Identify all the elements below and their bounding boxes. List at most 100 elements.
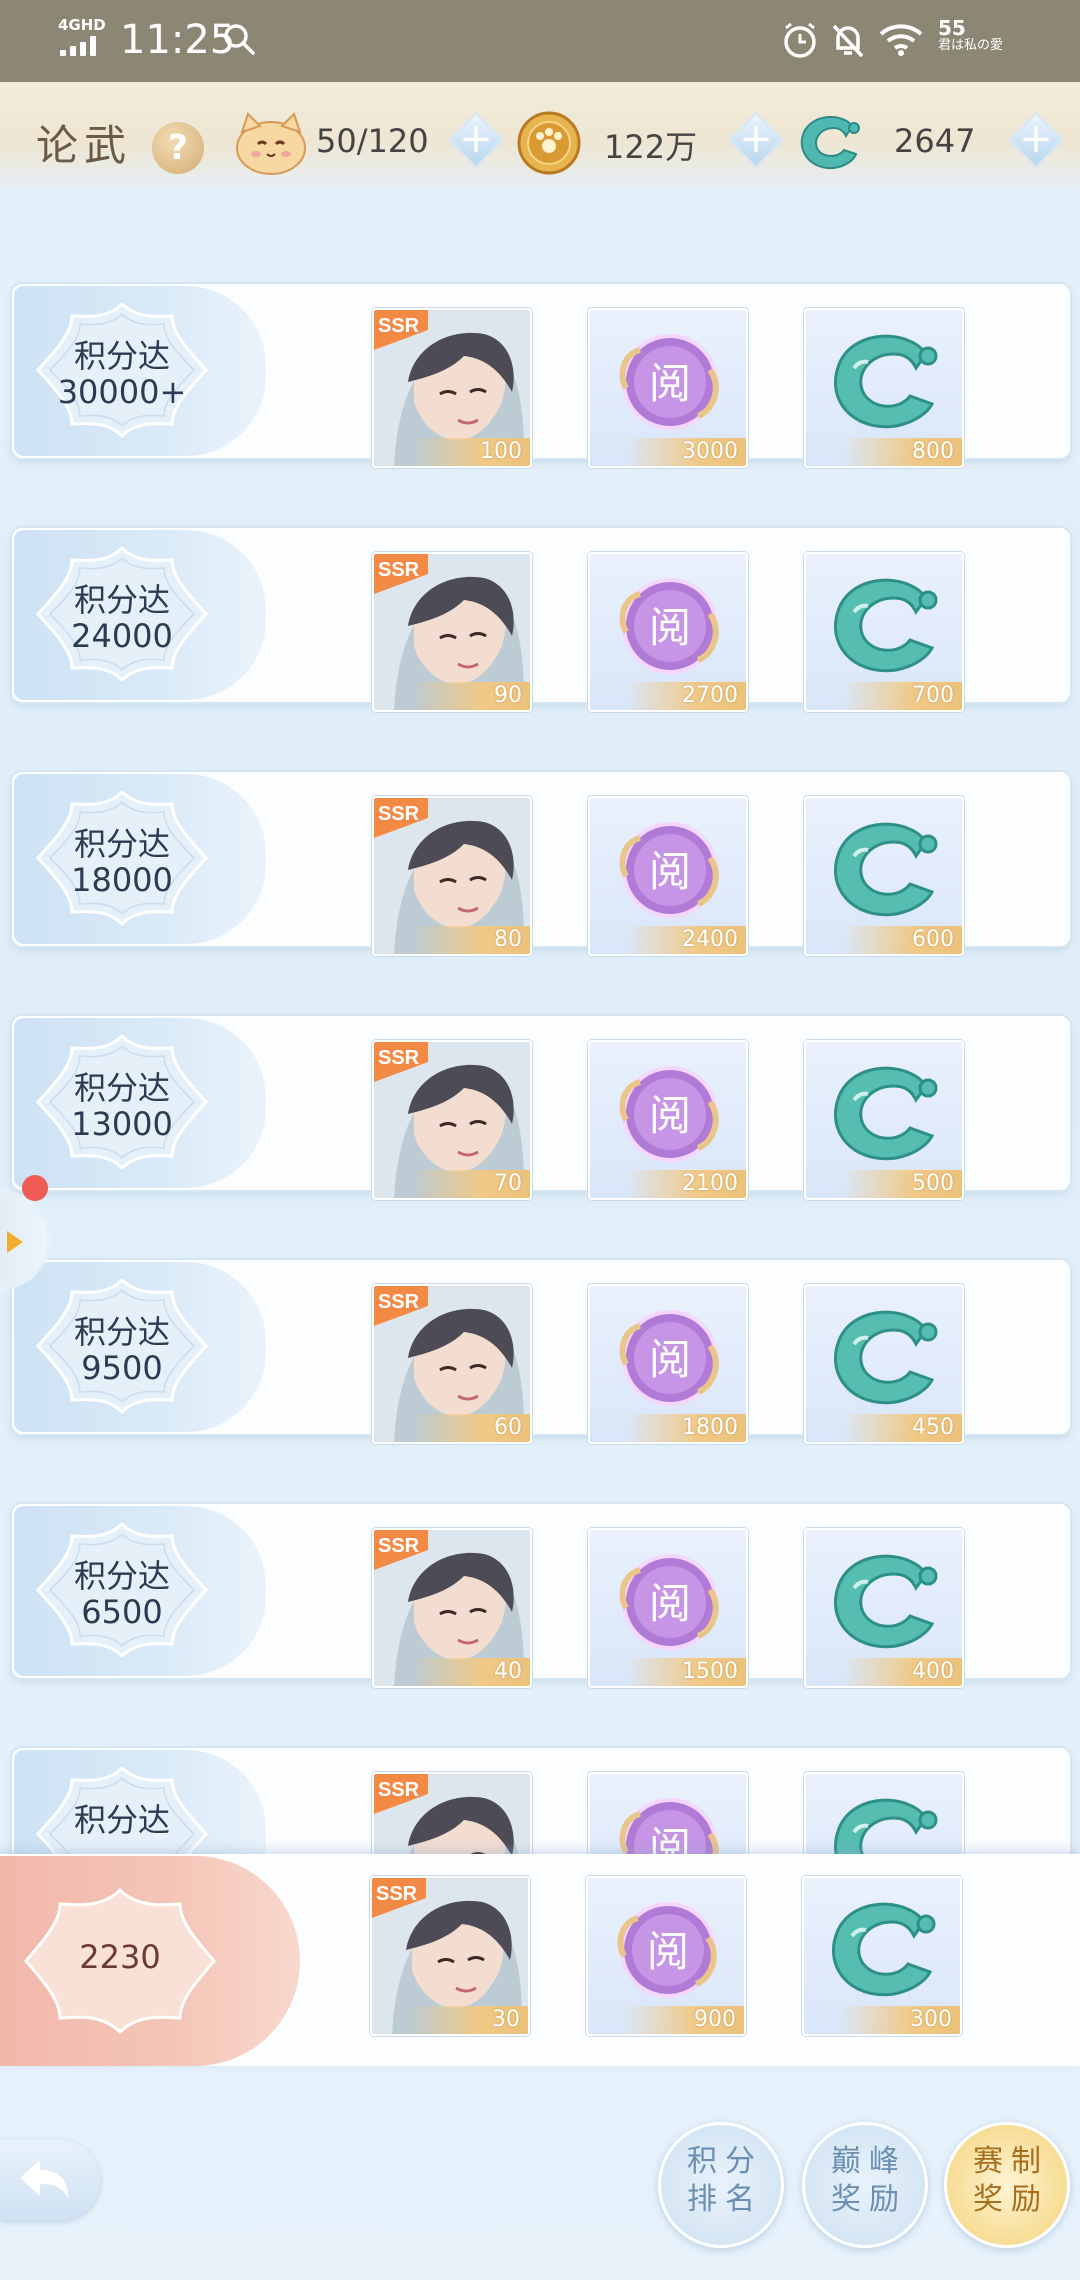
help-button[interactable]: ? bbox=[152, 122, 204, 174]
page-title: 论武 bbox=[36, 121, 133, 170]
jade-token-item[interactable]: 700 bbox=[804, 552, 964, 712]
coin-icon bbox=[517, 111, 581, 175]
item-count: 1500 bbox=[626, 1658, 746, 1686]
threshold-badge: 积分达 30000+ bbox=[14, 286, 266, 456]
reward-row: 积分达 24000 SSR 90 阅 2700 700 bbox=[12, 528, 1070, 712]
add-jade-button[interactable]: + bbox=[1006, 110, 1066, 170]
threshold-label: 积分达 bbox=[73, 581, 170, 619]
item-count: 450 bbox=[842, 1414, 962, 1442]
ssr-badge: SSR bbox=[378, 559, 420, 581]
notification-dot bbox=[22, 1175, 48, 1201]
item-count: 3000 bbox=[626, 438, 746, 466]
ssr-portrait-item[interactable]: SSR 40 bbox=[372, 1528, 532, 1688]
threshold-label: 积分达 bbox=[73, 1069, 170, 1107]
item-count: 2100 bbox=[626, 1170, 746, 1198]
item-count: 700 bbox=[842, 682, 962, 710]
reward-row: 积分达 6500 SSR 40 阅 1500 400 bbox=[12, 1504, 1070, 1688]
signal-icon bbox=[60, 36, 106, 56]
item-count: 300 bbox=[840, 2006, 960, 2034]
jade-token-item[interactable]: 500 bbox=[804, 1040, 964, 1200]
status-bar: 4GHD 11:25 55 君は私の愛 bbox=[0, 0, 1080, 82]
back-arrow-icon bbox=[20, 2160, 68, 2198]
ssr-portrait-item[interactable]: SSR 60 bbox=[372, 1284, 532, 1444]
jade-token-item[interactable]: 450 bbox=[804, 1284, 964, 1444]
ssr-badge: SSR bbox=[378, 1779, 420, 1801]
reward-row: 积分达 13000 SSR 70 阅 2100 500 bbox=[12, 1016, 1070, 1200]
jade-token-item[interactable]: 800 bbox=[804, 308, 964, 468]
threshold-text: 积分达 30000+ bbox=[34, 338, 210, 410]
chevron-right-icon bbox=[7, 1231, 23, 1253]
yue-token-item[interactable]: 阅 900 bbox=[586, 1876, 746, 2036]
item-count: 80 bbox=[410, 926, 530, 954]
item-count: 400 bbox=[842, 1658, 962, 1686]
clock: 11:25 bbox=[120, 17, 236, 63]
item-count: 40 bbox=[410, 1658, 530, 1686]
jade-icon bbox=[800, 115, 860, 170]
jade-value: 2647 bbox=[894, 122, 976, 160]
threshold-text: 积分达 18000 bbox=[34, 826, 210, 898]
current-score: 2230 bbox=[79, 1938, 161, 1976]
stamina-value: 50/120 bbox=[316, 122, 429, 160]
network-type: 4GHD bbox=[58, 16, 106, 34]
threshold-text: 积分达 bbox=[34, 1802, 210, 1838]
threshold-label: 积分达 bbox=[73, 1313, 170, 1351]
reward-row: 积分达 30000+ SSR 100 阅 3000 800 bbox=[12, 284, 1070, 468]
season-reward-label: 赛制奖励 bbox=[973, 2144, 1049, 2217]
item-count: 90 bbox=[410, 682, 530, 710]
peak-reward-button[interactable]: 巅峰奖励 bbox=[802, 2122, 928, 2248]
battery-indicator: 55 君は私の愛 bbox=[938, 18, 1008, 60]
yue-glyph: 阅 bbox=[647, 1927, 689, 1976]
yue-glyph: 阅 bbox=[649, 1091, 691, 1140]
jade-token-item[interactable]: 300 bbox=[802, 1876, 962, 2036]
jade-token-item[interactable]: 600 bbox=[804, 796, 964, 956]
item-count: 70 bbox=[410, 1170, 530, 1198]
yue-token-item[interactable]: 阅 2400 bbox=[588, 796, 748, 956]
threshold-badge: 积分达 13000 bbox=[14, 1018, 266, 1188]
ssr-portrait-item[interactable]: SSR 90 bbox=[372, 552, 532, 712]
item-count: 500 bbox=[842, 1170, 962, 1198]
alarm-icon bbox=[784, 22, 816, 58]
threshold-text: 积分达 6500 bbox=[34, 1558, 210, 1630]
ssr-badge: SSR bbox=[378, 803, 420, 825]
threshold-value: 9500 bbox=[81, 1349, 163, 1387]
threshold-label: 积分达 bbox=[73, 1557, 170, 1595]
ssr-portrait-item[interactable]: SSR 30 bbox=[370, 1876, 530, 2036]
add-coin-button[interactable]: + bbox=[726, 110, 786, 170]
threshold-text: 积分达 13000 bbox=[34, 1070, 210, 1142]
item-count: 2400 bbox=[626, 926, 746, 954]
yue-token-item[interactable]: 阅 3000 bbox=[588, 308, 748, 468]
threshold-badge: 积分达 6500 bbox=[14, 1506, 266, 1676]
mute-bell-icon bbox=[832, 24, 864, 58]
yue-token-item[interactable]: 阅 1800 bbox=[588, 1284, 748, 1444]
threshold-text: 积分达 9500 bbox=[34, 1314, 210, 1386]
add-stamina-button[interactable]: + bbox=[446, 110, 506, 170]
yue-token-item[interactable]: 阅 2100 bbox=[588, 1040, 748, 1200]
peak-reward-label: 巅峰奖励 bbox=[831, 2144, 907, 2217]
item-count: 800 bbox=[842, 438, 962, 466]
yue-glyph: 阅 bbox=[649, 603, 691, 652]
search-icon bbox=[224, 24, 255, 55]
jade-token-item[interactable]: 400 bbox=[804, 1528, 964, 1688]
coin-value: 122万 bbox=[604, 128, 698, 166]
threshold-label: 积分达 bbox=[73, 1801, 170, 1839]
points-rank-button[interactable]: 积分排名 bbox=[658, 2122, 784, 2248]
ssr-portrait-item[interactable]: SSR 80 bbox=[372, 796, 532, 956]
season-reward-button[interactable]: 赛制奖励 bbox=[944, 2122, 1070, 2248]
ssr-portrait-item[interactable]: SSR 70 bbox=[372, 1040, 532, 1200]
ssr-portrait-item[interactable]: SSR 100 bbox=[372, 308, 532, 468]
yue-token-item[interactable]: 阅 2700 bbox=[588, 552, 748, 712]
back-button[interactable] bbox=[0, 2140, 100, 2220]
ssr-badge: SSR bbox=[376, 1883, 418, 1905]
threshold-label: 积分达 bbox=[73, 825, 170, 863]
reward-row: 积分达 9500 SSR 60 阅 1800 450 bbox=[12, 1260, 1070, 1444]
current-score-badge: 2230 bbox=[0, 1856, 300, 2066]
item-count: 600 bbox=[842, 926, 962, 954]
cat-stamina-icon bbox=[236, 112, 306, 175]
yue-token-item[interactable]: 阅 1500 bbox=[588, 1528, 748, 1688]
wifi-icon bbox=[879, 24, 923, 56]
item-count: 2700 bbox=[626, 682, 746, 710]
yue-glyph: 阅 bbox=[649, 1335, 691, 1384]
threshold-value: 30000+ bbox=[57, 373, 187, 411]
carrier-text: 君は私の愛 bbox=[938, 38, 1004, 53]
ssr-badge: SSR bbox=[378, 315, 420, 337]
